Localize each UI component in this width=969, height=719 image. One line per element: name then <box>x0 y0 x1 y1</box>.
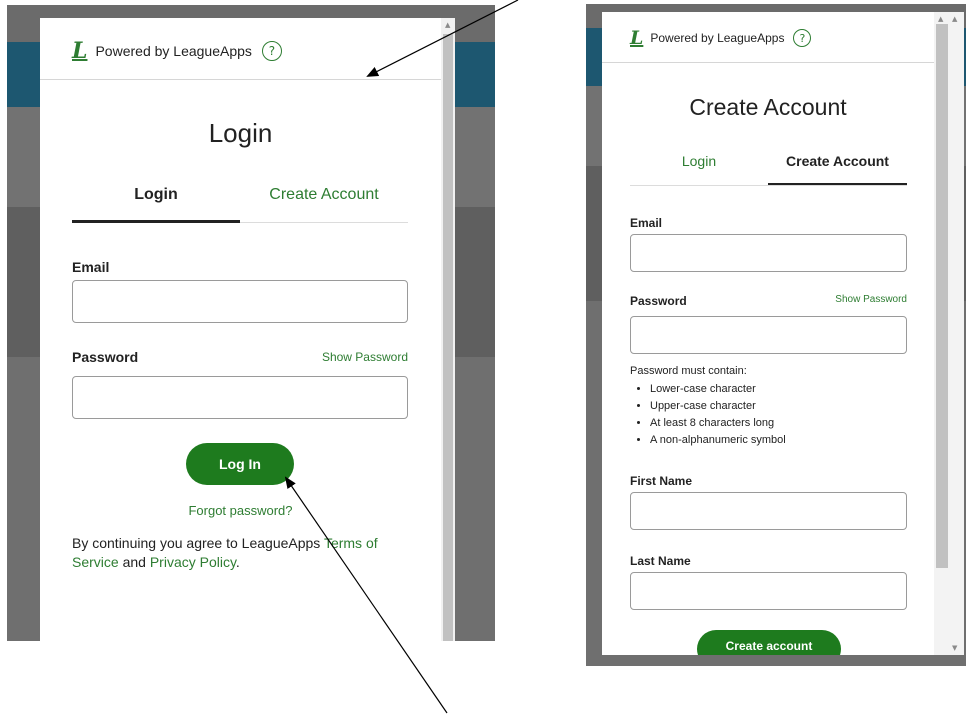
annotation-arrow-login-button <box>284 476 448 714</box>
annotation-arrows <box>284 0 519 714</box>
annotation-arrow-header <box>366 0 519 77</box>
